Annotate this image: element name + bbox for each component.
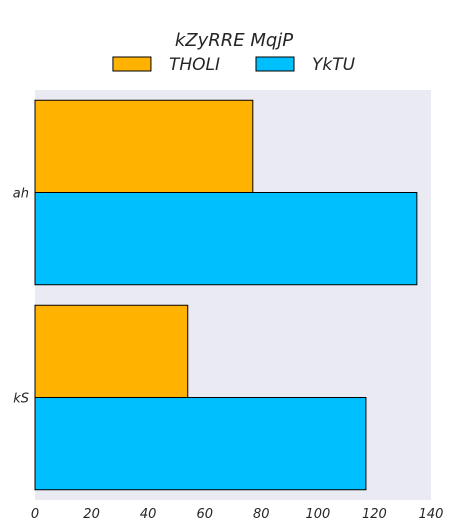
legend-swatch-tholi <box>112 56 152 72</box>
chart: kZyRRE MqjP THOLI YkTU ah kS 0 20 40 60 80 100 1… <box>13 30 444 522</box>
x-tick-label-0: 0 <box>31 507 39 522</box>
bar-tholi-ks <box>34 304 189 398</box>
legend-label-yktu: YkTU <box>312 55 356 75</box>
legend: THOLI YkTU <box>112 55 356 75</box>
x-tick-label-80: 80 <box>253 507 270 522</box>
x-tick-label-60: 60 <box>196 507 213 522</box>
bar-yktu-ks <box>34 397 367 491</box>
x-tick-label-140: 140 <box>419 507 444 522</box>
legend-swatch-yktu <box>255 56 295 72</box>
legend-label-tholi: THOLI <box>169 55 220 75</box>
x-tick-label-20: 20 <box>83 507 100 522</box>
y-tick-label-ks: kS <box>13 392 29 407</box>
y-axis-ticks: ah kS <box>13 187 29 407</box>
bar-tholi-ah <box>34 99 254 193</box>
x-axis-ticks: 0 20 40 60 80 100 120 140 <box>31 507 444 522</box>
x-tick-label-100: 100 <box>305 507 330 522</box>
x-tick-label-120: 120 <box>362 507 387 522</box>
y-tick-label-ah: ah <box>13 187 29 202</box>
chart-title: kZyRRE MqjP <box>175 30 293 51</box>
x-tick-label-40: 40 <box>140 507 157 522</box>
bar-yktu-ah <box>34 192 418 286</box>
